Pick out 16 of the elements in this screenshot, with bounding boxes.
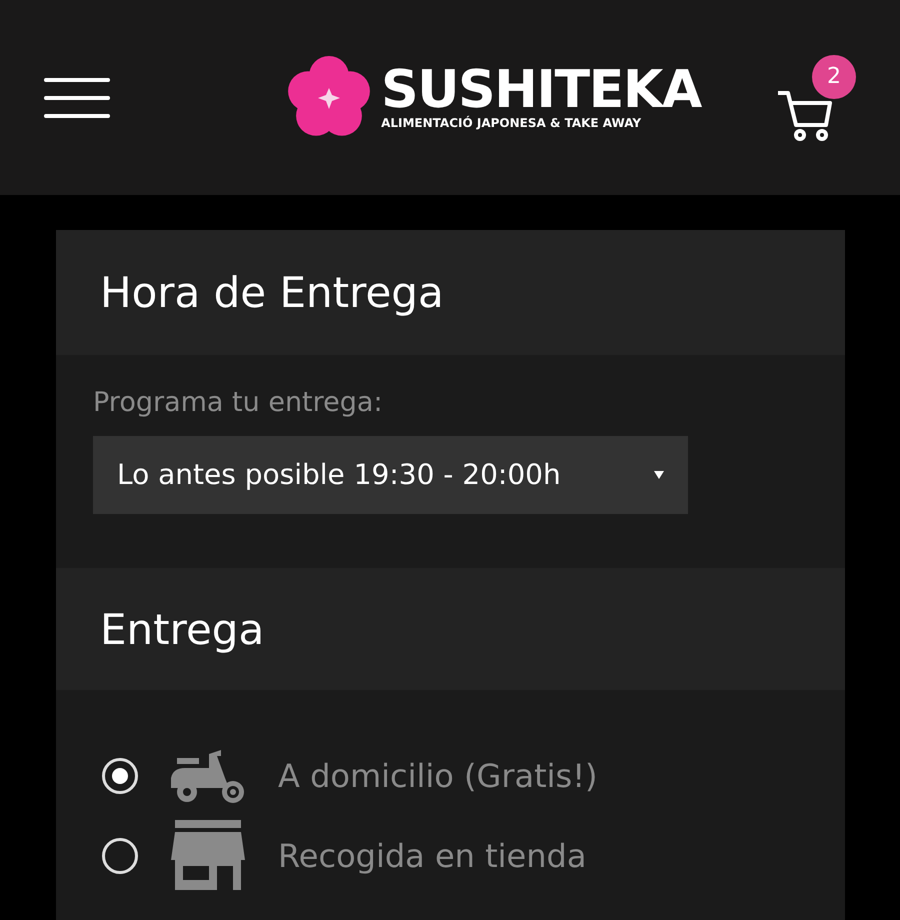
cart-icon[interactable]	[776, 88, 834, 142]
delivery-time-select[interactable]: Lo antes posible 19:30 - 20:00h	[93, 436, 688, 514]
section-title: Entrega	[100, 604, 264, 656]
option-label: Recogida en tienda	[278, 836, 586, 877]
section-title: Hora de Entrega	[100, 267, 444, 319]
store-icon	[169, 820, 247, 892]
radio-button[interactable]	[102, 838, 138, 874]
brand-tagline: ALIMENTACIÓ JAPONESA & TAKE AWAY	[381, 116, 642, 131]
field-label: Programa tu entrega:	[93, 386, 384, 420]
dropdown-caret-icon	[654, 470, 664, 478]
scooter-icon	[169, 748, 247, 804]
radio-button[interactable]	[102, 758, 138, 794]
option-label: A domicilio (Gratis!)	[278, 756, 598, 797]
cart-count-badge: 2	[812, 54, 856, 98]
brand-name: SUSHITEKA	[381, 64, 701, 116]
menu-icon[interactable]	[44, 78, 110, 118]
